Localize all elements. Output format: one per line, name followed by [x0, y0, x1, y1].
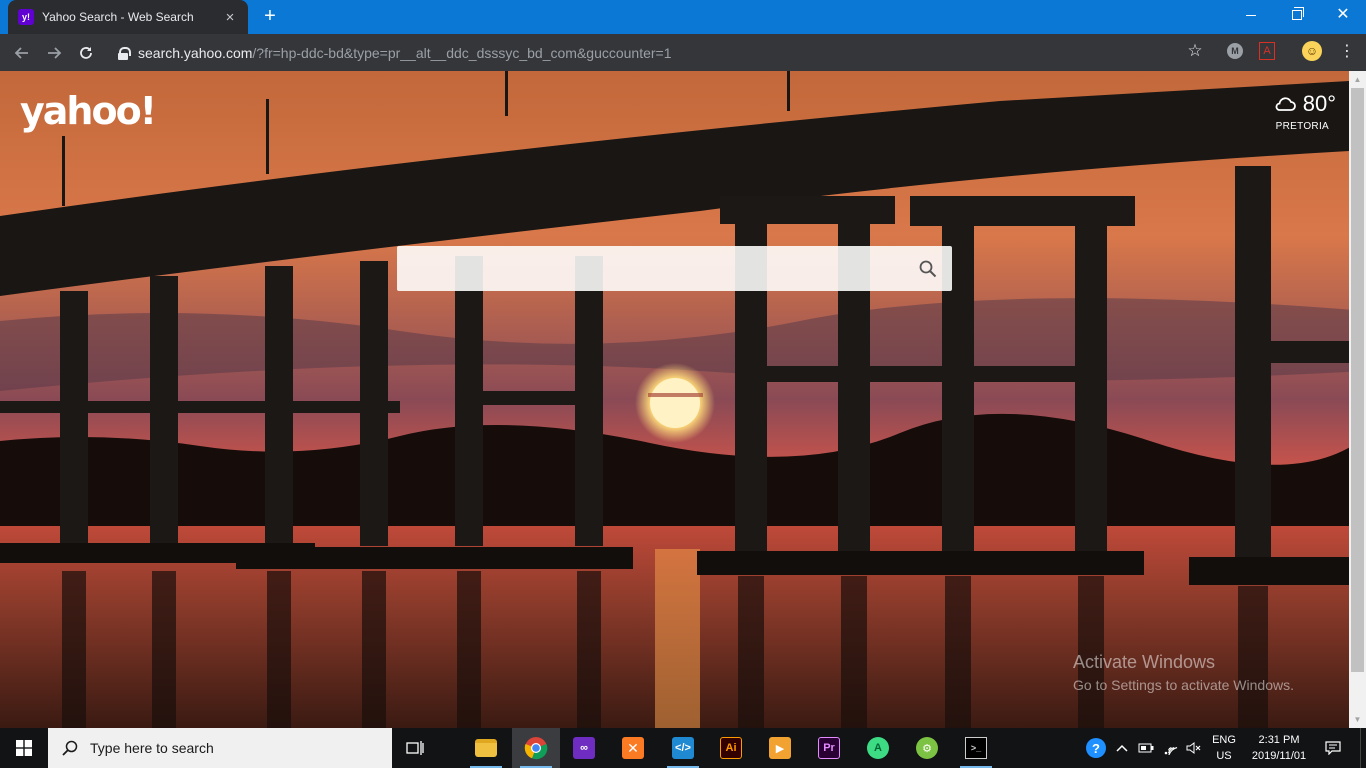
volume-muted-icon[interactable]	[1182, 728, 1206, 768]
yahoo-logo[interactable]: yahoo!	[20, 89, 157, 133]
clock-date: 2019/11/01	[1251, 750, 1307, 762]
bookmark-star-icon[interactable]: ☆	[1184, 40, 1206, 62]
extension-m-icon[interactable]: M	[1224, 40, 1246, 62]
new-tab-button[interactable]: +	[258, 5, 282, 29]
windows-taskbar: Type here to search ∞ ✕ </> Ai ▶ Pr A ⚙ …	[0, 728, 1366, 768]
profile-avatar[interactable]: ☺	[1301, 40, 1323, 62]
address-bar[interactable]: search.yahoo.com/?fr=hp-ddc-bd&type=pr__…	[110, 39, 1210, 66]
weather-city: PRETORIA	[1275, 121, 1329, 132]
address-host: search.yahoo.com	[138, 44, 253, 61]
taskbar-app-vscode[interactable]: </>	[659, 728, 707, 768]
illustrator-icon: Ai	[720, 737, 742, 759]
action-center-button[interactable]	[1318, 728, 1348, 768]
taskbar-app-visual-studio[interactable]: ∞	[560, 728, 608, 768]
folder-icon	[475, 739, 497, 757]
search-box	[397, 246, 952, 291]
terminal-icon: >_	[965, 737, 987, 759]
scrollbar-thumb[interactable]	[1351, 88, 1364, 672]
taskbar-app-media-player[interactable]: ▶	[756, 728, 804, 768]
show-desktop-button[interactable]	[1360, 728, 1366, 768]
minimize-icon	[1246, 14, 1256, 16]
scroll-down-arrow-icon[interactable]: ▼	[1349, 711, 1366, 728]
search-icon	[919, 260, 937, 277]
taskbar-app-android-emulator[interactable]: ⚙	[903, 728, 951, 768]
back-button[interactable]	[6, 37, 38, 69]
tab-close-icon[interactable]: ×	[222, 9, 238, 26]
windows-logo-icon	[16, 740, 32, 756]
search-input[interactable]	[397, 246, 904, 291]
chevron-up-icon[interactable]	[1110, 728, 1134, 768]
premiere-icon: Pr	[818, 737, 840, 759]
close-icon: ✕	[1336, 6, 1350, 23]
weather-temperature: 80°	[1302, 91, 1336, 116]
system-tray: ?	[1082, 728, 1206, 768]
android-studio-icon: A	[867, 737, 889, 759]
reload-icon	[80, 46, 92, 59]
sunset-bridge-background	[0, 71, 1366, 728]
lang-region: US	[1216, 750, 1232, 762]
page-scrollbar[interactable]: ▲ ▼	[1349, 71, 1366, 728]
menu-kebab-icon[interactable]: ⋮	[1336, 40, 1358, 62]
battery-icon[interactable]	[1134, 728, 1158, 768]
extension-pdf-icon[interactable]: A	[1256, 40, 1278, 62]
taskbar-app-android-studio[interactable]: A	[854, 728, 902, 768]
taskbar-app-premiere[interactable]: Pr	[805, 728, 853, 768]
xampp-icon: ✕	[622, 737, 644, 759]
android-emulator-icon: ⚙	[916, 737, 938, 759]
forward-button[interactable]	[38, 37, 70, 69]
watermark-line2: Go to Settings to activate Windows.	[1073, 677, 1294, 693]
search-button[interactable]	[904, 246, 952, 291]
page-viewport: yahoo! 80° PRETORIA Activate Windows Go …	[0, 71, 1366, 728]
browser-toolbar: search.yahoo.com/?fr=hp-ddc-bd&type=pr__…	[0, 34, 1366, 71]
yahoo-favicon-icon: y!	[18, 9, 34, 25]
smiley-icon: ☺	[1302, 41, 1322, 61]
taskbar-app-xampp[interactable]: ✕	[609, 728, 657, 768]
taskbar-clock[interactable]: 2:31 PM 2019/11/01	[1244, 732, 1314, 764]
visual-studio-icon: ∞	[573, 737, 595, 759]
taskbar-app-file-explorer[interactable]	[462, 728, 510, 768]
taskbar-app-illustrator[interactable]: Ai	[707, 728, 755, 768]
tab-title: Yahoo Search - Web Search	[42, 10, 194, 24]
taskbar-app-chrome[interactable]	[512, 728, 560, 768]
chrome-icon	[524, 737, 548, 760]
vscode-icon: </>	[672, 737, 694, 759]
cloud-icon	[1275, 97, 1296, 111]
reload-button[interactable]	[70, 37, 102, 69]
help-icon[interactable]: ?	[1082, 728, 1110, 768]
lock-icon	[118, 46, 131, 60]
notification-icon	[1325, 741, 1341, 755]
task-view-icon	[406, 741, 424, 755]
address-path: /?fr=hp-ddc-bd&type=pr__alt__ddc_dsssyc_…	[252, 44, 672, 61]
start-button[interactable]	[0, 728, 48, 768]
arrow-right-icon	[48, 46, 62, 59]
weather-widget[interactable]: 80° PRETORIA	[1240, 91, 1336, 132]
arrow-left-icon	[14, 46, 28, 59]
taskbar-search-box[interactable]: Type here to search	[48, 728, 392, 768]
watermark-line1: Activate Windows	[1073, 652, 1216, 672]
taskbar-app-terminal[interactable]: >_	[952, 728, 1000, 768]
search-icon	[62, 740, 78, 756]
browser-titlebar: y! Yahoo Search - Web Search × + ✕	[0, 0, 1366, 34]
wifi-icon[interactable]	[1158, 728, 1182, 768]
tab-yahoo-search[interactable]: y! Yahoo Search - Web Search ×	[8, 0, 248, 34]
close-window-button[interactable]: ✕	[1320, 0, 1366, 30]
lang-code: ENG	[1212, 734, 1236, 746]
scroll-up-arrow-icon[interactable]: ▲	[1349, 71, 1366, 88]
restore-icon	[1292, 7, 1304, 20]
restore-button[interactable]	[1274, 0, 1320, 30]
media-player-icon: ▶	[769, 737, 791, 759]
taskbar-search-placeholder: Type here to search	[90, 740, 214, 756]
input-language[interactable]: ENG US	[1206, 732, 1242, 764]
task-view-button[interactable]	[400, 736, 430, 760]
minimize-button[interactable]	[1228, 0, 1274, 30]
activate-windows-watermark: Activate Windows Go to Settings to activ…	[1073, 652, 1294, 693]
clock-time: 2:31 PM	[1258, 734, 1300, 746]
